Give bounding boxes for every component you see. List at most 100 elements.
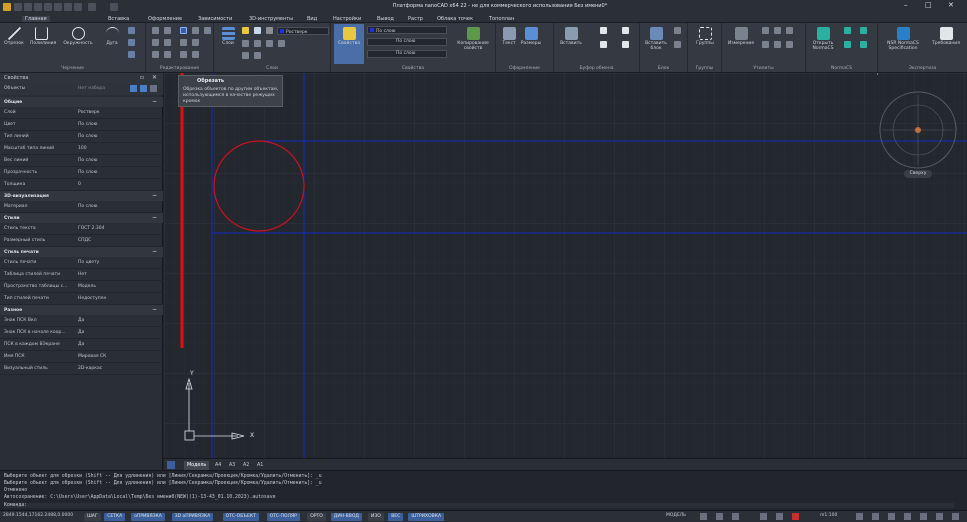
property-value[interactable]: По цвету: [78, 260, 99, 265]
menu-format[interactable]: Оформление: [148, 16, 182, 22]
new-file-icon[interactable]: [14, 3, 22, 11]
id-point-icon[interactable]: [774, 27, 781, 34]
customize-icon[interactable]: [952, 513, 959, 520]
panel-close-icon[interactable]: ✕: [152, 75, 157, 81]
property-value[interactable]: Нет: [78, 272, 87, 277]
arc-button[interactable]: Дуга: [101, 27, 123, 47]
copy-base-icon[interactable]: [622, 27, 629, 34]
collapse-icon[interactable]: −: [152, 214, 157, 221]
layer-on-icon[interactable]: [242, 27, 249, 34]
status-toggle[interactable]: ОТС-ОБЪЕКТ: [222, 513, 259, 521]
array-icon[interactable]: [180, 51, 187, 58]
property-value[interactable]: Да: [78, 342, 84, 347]
line-button[interactable]: Отрезок: [3, 27, 25, 47]
save-as-icon[interactable]: [44, 3, 52, 11]
toggle-pickadd-icon[interactable]: [150, 85, 157, 92]
create-block-icon[interactable]: [674, 27, 681, 34]
stop-icon[interactable]: [792, 513, 799, 520]
quick-select-icon[interactable]: [130, 85, 137, 92]
nsr-specification-button[interactable]: NSR NormaCS Specification: [880, 27, 926, 52]
app-logo-icon[interactable]: [3, 3, 11, 11]
property-section[interactable]: 3D-визуализация −: [0, 191, 163, 201]
offset-icon[interactable]: [192, 51, 199, 58]
select-all-icon[interactable]: [786, 41, 793, 48]
settings-gear-icon[interactable]: [110, 3, 118, 11]
property-section[interactable]: Стили −: [0, 213, 163, 223]
stretch-icon[interactable]: [152, 51, 159, 58]
layer-match-icon[interactable]: [254, 40, 261, 47]
menu-view[interactable]: Вид: [307, 16, 317, 22]
normacs-link-icon[interactable]: [860, 41, 867, 48]
status-toggle[interactable]: ОРТО: [307, 513, 326, 521]
property-value[interactable]: Ростверк: [78, 110, 100, 115]
erase-icon[interactable]: [204, 27, 211, 34]
requirements-button[interactable]: Требования: [928, 27, 964, 47]
rectangle-icon[interactable]: [128, 39, 135, 46]
paste-special-icon[interactable]: [622, 41, 629, 48]
zoom-icon[interactable]: [732, 513, 739, 520]
quick-access-dropdown-icon[interactable]: [88, 3, 96, 11]
save-icon[interactable]: [34, 3, 42, 11]
layer-lock-icon[interactable]: [266, 27, 273, 34]
annotation-scale[interactable]: m1:100: [820, 513, 837, 519]
layer-iso-icon[interactable]: [266, 40, 273, 47]
hatch-icon[interactable]: [128, 27, 135, 34]
status-toggle[interactable]: ВЕС: [388, 513, 404, 521]
property-section[interactable]: Общие −: [0, 97, 163, 107]
property-value[interactable]: ГОСТ 2.304: [78, 226, 105, 231]
area-icon[interactable]: [762, 41, 769, 48]
normacs-check-icon[interactable]: [860, 27, 867, 34]
collapse-icon[interactable]: −: [152, 306, 157, 313]
selection-value[interactable]: Нет набора: [78, 86, 105, 92]
annotation-visibility-icon[interactable]: [856, 513, 863, 520]
text-button[interactable]: Текст: [498, 27, 520, 47]
layer-select[interactable]: Ростверк: [277, 27, 329, 35]
layer-off-icon[interactable]: [278, 40, 285, 47]
viewport-icon[interactable]: [700, 513, 707, 520]
open-normacs-button[interactable]: Открыть NormaCS: [808, 27, 838, 52]
clean-screen-icon[interactable]: [936, 513, 943, 520]
pin-icon[interactable]: ▫: [140, 75, 144, 81]
tab-model[interactable]: Модель: [184, 461, 210, 470]
mirror-icon[interactable]: [164, 39, 171, 46]
property-value[interactable]: По слою: [78, 158, 97, 163]
redo-icon[interactable]: [74, 3, 82, 11]
maximize-button[interactable]: □: [925, 2, 932, 9]
hardware-accel-icon[interactable]: [920, 513, 927, 520]
status-toggle[interactable]: ДИН-ВВОД: [330, 513, 362, 521]
distance-icon[interactable]: [774, 41, 781, 48]
print-icon[interactable]: [54, 3, 62, 11]
help-icon[interactable]: ?: [876, 73, 879, 77]
command-input[interactable]: Команда:: [4, 503, 954, 508]
circle-button[interactable]: Окружность: [63, 27, 93, 47]
trim-icon[interactable]: [180, 27, 187, 34]
property-value[interactable]: 0: [78, 182, 81, 187]
tab-a2[interactable]: A2: [240, 461, 252, 470]
copy-clipboard-icon[interactable]: [600, 41, 607, 48]
property-value[interactable]: Да: [78, 318, 84, 323]
menu-constraints[interactable]: Зависимости: [198, 16, 232, 22]
rotate-icon[interactable]: [164, 27, 171, 34]
edit-block-icon[interactable]: [674, 41, 681, 48]
status-toggle[interactable]: СЕТКА: [104, 513, 126, 521]
model-space-label[interactable]: МОДЕЛЬ: [666, 513, 686, 519]
isolate-icon[interactable]: [904, 513, 911, 520]
property-value[interactable]: По слою: [78, 170, 97, 175]
list-icon[interactable]: [786, 27, 793, 34]
layer-prev-icon[interactable]: [242, 40, 249, 47]
menu-topoplan[interactable]: Топоплан: [489, 16, 514, 22]
copy-icon[interactable]: [152, 39, 159, 46]
lock-ui-icon[interactable]: [888, 513, 895, 520]
layers-button[interactable]: Слои: [217, 27, 239, 47]
cut-icon[interactable]: [600, 27, 607, 34]
status-toggle[interactable]: ИЗО: [368, 513, 384, 521]
property-value[interactable]: По слою: [78, 122, 97, 127]
match-properties-button[interactable]: Копирование свойств: [453, 27, 493, 52]
status-toggle[interactable]: ШТРИХОВКА: [408, 513, 445, 521]
viewcube[interactable]: [879, 91, 957, 169]
collapse-icon[interactable]: −: [152, 192, 157, 199]
close-button[interactable]: ✕: [948, 2, 954, 9]
lineweight-select[interactable]: По слою: [367, 50, 447, 58]
color-select[interactable]: По слою: [367, 26, 447, 34]
measure-button[interactable]: Измерение: [726, 27, 756, 47]
